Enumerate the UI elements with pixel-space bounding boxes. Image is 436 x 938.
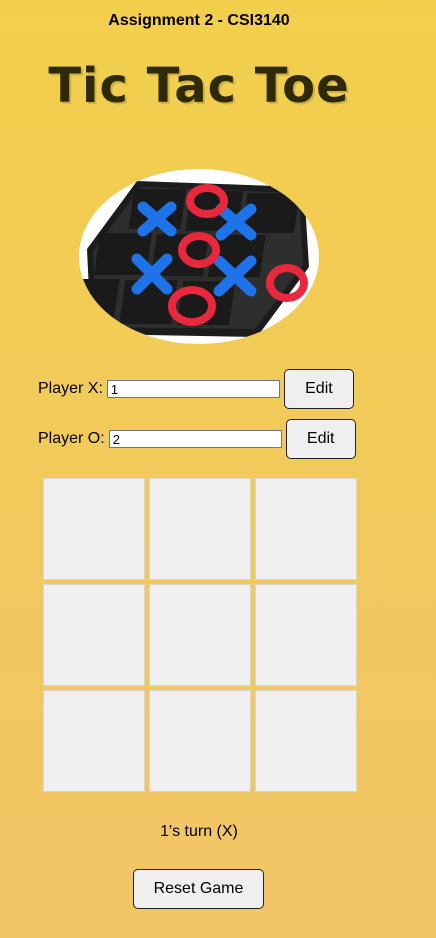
- board-cell-9[interactable]: [255, 690, 357, 792]
- board-cell-7[interactable]: [43, 690, 145, 792]
- board-cell-5[interactable]: [149, 584, 251, 686]
- player-x-edit-button[interactable]: Edit: [283, 369, 354, 409]
- board-cell-4[interactable]: [43, 584, 145, 686]
- assignment-heading: Assignment 2 - CSI3140: [108, 12, 290, 29]
- board-cell-3[interactable]: [255, 478, 357, 580]
- player-o-name-input[interactable]: [108, 430, 282, 448]
- player-x-row: Player X: Edit: [38, 369, 354, 409]
- player-o-row: Player O: Edit: [38, 419, 356, 459]
- player-o-edit-button[interactable]: Edit: [285, 419, 356, 459]
- game-board-illustration: [79, 181, 309, 337]
- board-cell-6[interactable]: [255, 584, 357, 686]
- board-cell-2[interactable]: [149, 478, 251, 580]
- player-o-label: Player O:: [38, 430, 105, 447]
- game-board: [43, 478, 357, 792]
- turn-status: 1's turn (X): [160, 823, 238, 840]
- board-cell-1[interactable]: [43, 478, 145, 580]
- tic-tac-toe-image: [79, 169, 319, 344]
- player-x-name-input[interactable]: [106, 380, 280, 398]
- reset-game-button[interactable]: Reset Game: [133, 869, 264, 909]
- page-title: Tic Tac Toe: [48, 58, 350, 114]
- board-cell-8[interactable]: [149, 690, 251, 792]
- player-x-label: Player X:: [38, 380, 103, 397]
